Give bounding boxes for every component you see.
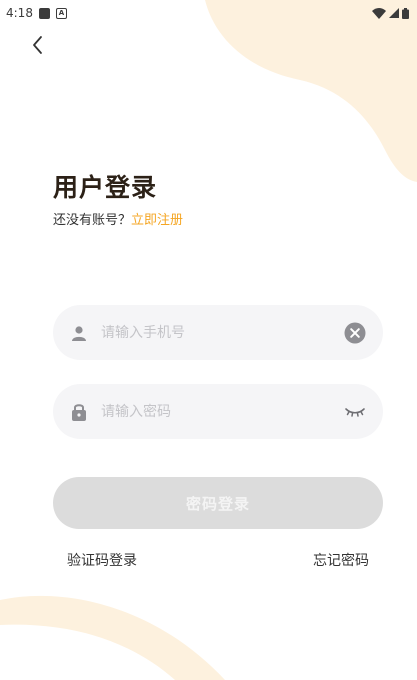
- notification-square-icon: [38, 7, 50, 19]
- status-time: 4:18: [6, 6, 33, 20]
- phone-field[interactable]: [53, 305, 383, 360]
- password-login-button[interactable]: 密码登录: [53, 477, 383, 529]
- register-prompt: 还没有账号？立即注册: [53, 209, 183, 228]
- wifi-icon: [372, 7, 386, 19]
- clear-button[interactable]: [343, 321, 367, 345]
- password-field[interactable]: [53, 384, 383, 439]
- user-icon: [69, 323, 89, 343]
- a-badge-icon: A: [55, 7, 67, 19]
- bottom-left-arc: [0, 595, 225, 680]
- phone-input[interactable]: [99, 323, 343, 342]
- register-link[interactable]: 立即注册: [131, 213, 183, 228]
- toggle-password-visibility[interactable]: [343, 400, 367, 424]
- back-button[interactable]: [28, 34, 50, 56]
- status-bar: 4:18 A: [0, 0, 417, 26]
- battery-icon: [402, 7, 409, 19]
- chevron-left-icon: [33, 36, 42, 54]
- lock-icon: [69, 402, 89, 422]
- top-right-blob: [205, 0, 417, 182]
- password-input[interactable]: [99, 402, 343, 421]
- signal-icon: [389, 8, 399, 18]
- eye-closed-icon: [345, 407, 365, 417]
- page-title: 用户登录: [53, 173, 158, 202]
- no-account-text: 还没有账号？: [53, 213, 132, 228]
- forgot-password-link[interactable]: 忘记密码: [313, 550, 369, 570]
- sms-login-link[interactable]: 验证码登录: [67, 550, 137, 570]
- clear-icon: [344, 322, 366, 343]
